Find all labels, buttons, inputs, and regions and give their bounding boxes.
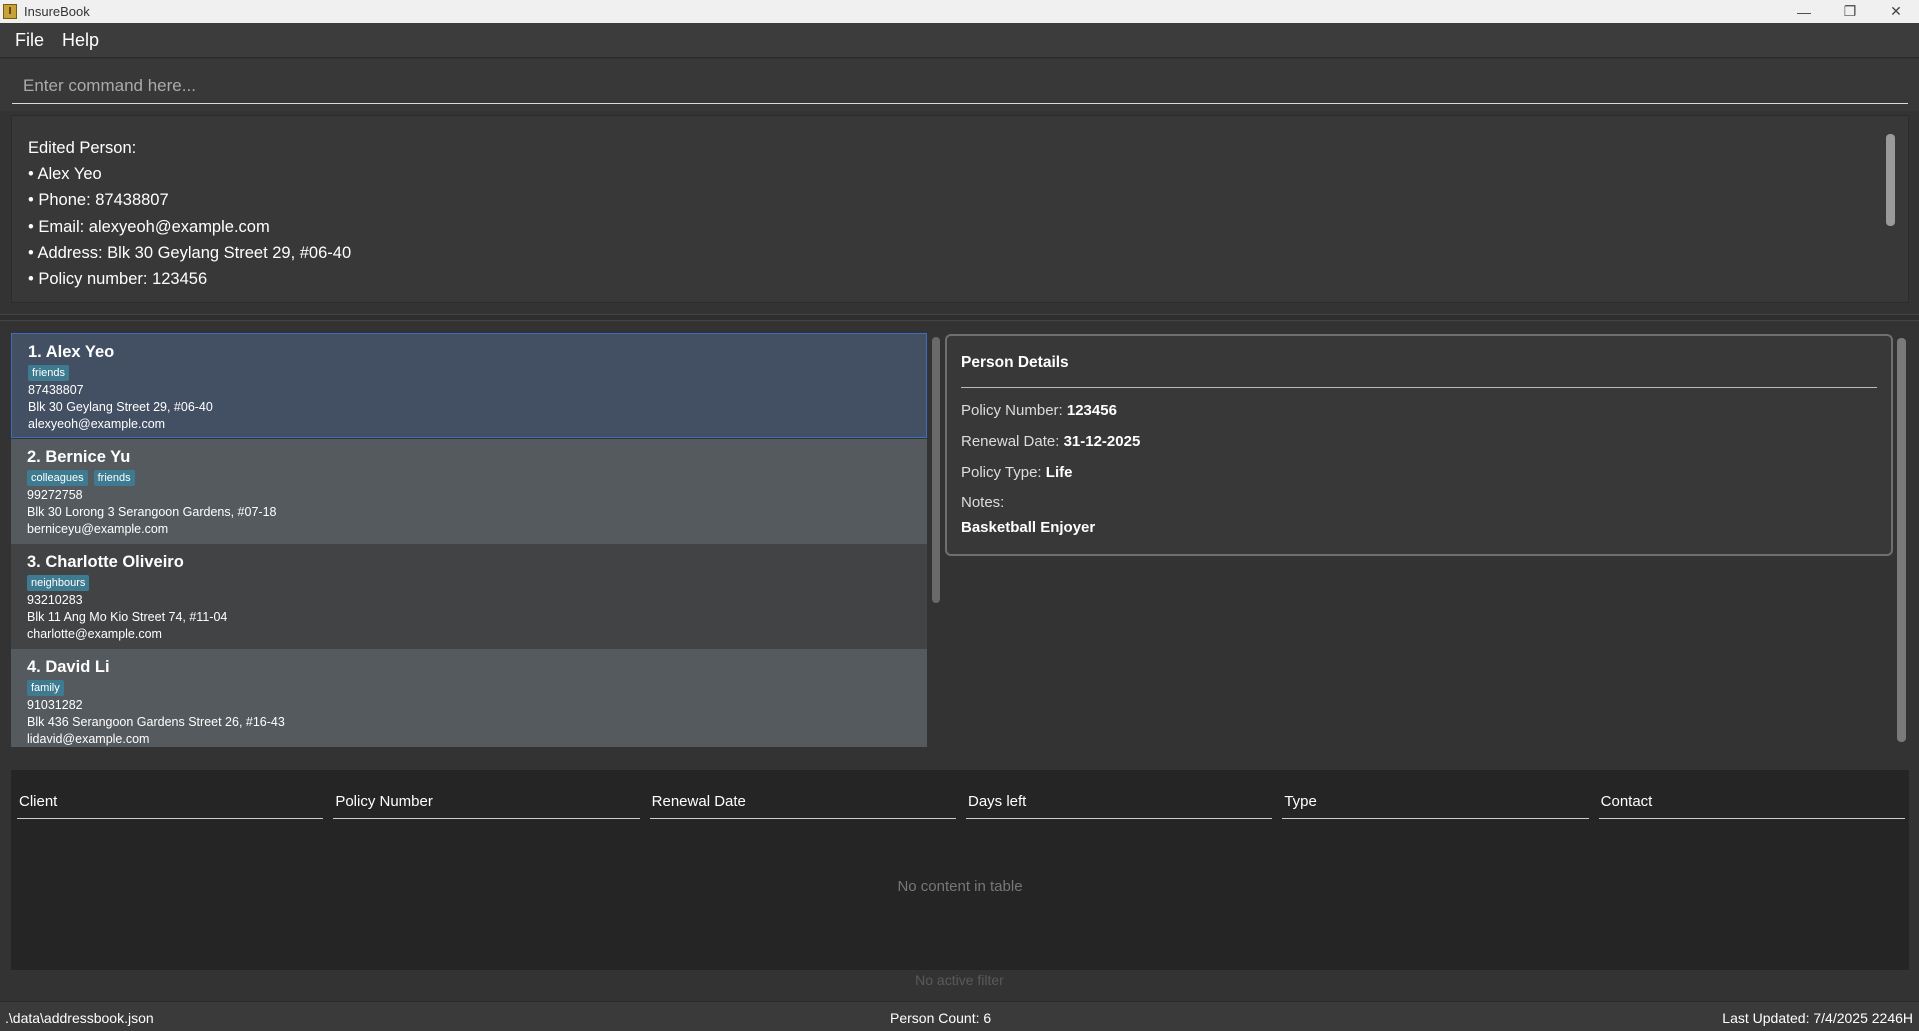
person-email: lidavid@example.com [27,732,150,746]
result-line: • Phone: 87438807 [28,191,169,210]
tag-list: family [27,680,911,696]
person-address: Blk 30 Geylang Street 29, #06-40 [28,400,213,414]
window-title: InsureBook [24,4,90,19]
person-card[interactable]: 2. Bernice Yu colleagues friends 9927275… [11,439,927,544]
person-name: 1. Alex Yeo [28,343,115,361]
last-updated: Last Updated: 7/4/2025 2246H [1722,1010,1913,1026]
renewal-date-value: 31-12-2025 [1063,433,1141,450]
tag-list: neighbours [27,575,911,591]
result-line: • Alex Yeo [28,165,102,184]
tag-list: colleagues friends [27,470,911,486]
tag-list: friends [28,365,910,381]
policy-number-label: Policy Number: [961,402,1063,419]
renewal-date-label: Renewal Date: [961,433,1060,450]
person-address: Blk 436 Serangoon Gardens Street 26, #16… [27,715,285,729]
person-list: 1. Alex Yeo friends 87438807 Blk 30 Geyl… [11,333,927,747]
person-name: 4. David Li [27,658,110,676]
policy-type-label: Policy Type: [961,464,1042,481]
person-card[interactable]: 1. Alex Yeo friends 87438807 Blk 30 Geyl… [11,333,927,438]
tag: family [27,680,64,696]
table-header: Client Policy Number Renewal Date Days l… [11,779,1909,819]
person-name: 2. Bernice Yu [27,448,131,466]
policy-table: Client Policy Number Renewal Date Days l… [11,770,1909,970]
table-empty-placeholder: No content in table [897,878,1023,895]
column-header-policy-number[interactable]: Policy Number [333,779,640,819]
menu-file[interactable]: File [6,30,53,51]
person-phone: 93210283 [27,593,83,607]
column-header-client[interactable]: Client [17,779,324,819]
person-card[interactable]: 4. David Li family 91031282 Blk 436 Sera… [11,649,927,747]
tag: neighbours [27,575,90,591]
details-scrollbar[interactable] [1897,338,1906,742]
person-details-panel: Person Details Policy Number: 123456 Ren… [945,334,1893,556]
split-pane-divider[interactable] [0,314,1919,321]
result-line: • Email: alexyeoh@example.com [28,217,270,236]
command-box [0,59,1919,111]
person-phone: 87438807 [28,383,84,397]
result-display: Edited Person: • Alex Yeo • Phone: 87438… [11,115,1909,303]
notes-value: Basketball Enjoyer [961,519,1096,536]
result-scrollbar[interactable] [1886,134,1895,226]
restore-icon[interactable]: ❐ [1827,0,1873,23]
window-controls: — ❐ ✕ [1781,0,1919,23]
tag: friends [93,470,135,486]
menu-help[interactable]: Help [53,30,108,51]
result-line: Edited Person: [28,139,137,157]
person-address: Blk 30 Lorong 3 Serangoon Gardens, #07-1… [27,505,277,519]
result-text: Edited Person: • Alex Yeo • Phone: 87438… [28,135,351,292]
menu-bar: File Help [0,23,1919,58]
policy-number-row: Policy Number: 123456 [961,402,1877,419]
status-bar: .\data\addressbook.json Person Count: 6 … [0,1001,1919,1031]
minimize-icon[interactable]: — [1781,0,1827,23]
person-email: alexyeoh@example.com [28,417,166,431]
policy-number-value: 123456 [1066,402,1117,419]
column-header-days-left[interactable]: Days left [965,779,1273,819]
column-header-type[interactable]: Type [1282,779,1589,819]
file-path: .\data\addressbook.json [5,1010,154,1026]
person-name: 3. Charlotte Oliveiro [27,553,184,571]
person-phone: 99272758 [27,488,83,502]
person-list-scrollbar[interactable] [932,337,940,603]
command-input[interactable] [12,68,1908,104]
title-bar: I InsureBook — ❐ ✕ [0,0,1919,23]
notes-label: Notes: [961,494,1005,511]
person-count: Person Count: 6 [890,1010,992,1026]
result-line: • Policy number: 123456 [28,270,208,289]
person-phone: 91031282 [27,698,83,712]
close-icon[interactable]: ✕ [1873,0,1919,23]
person-email: berniceyu@example.com [27,522,169,536]
renewal-date-row: Renewal Date: 31-12-2025 [961,433,1877,450]
person-address: Blk 11 Ang Mo Kio Street 74, #11-04 [27,610,228,624]
person-card[interactable]: 3. Charlotte Oliveiro neighbours 9321028… [11,544,927,649]
column-header-contact[interactable]: Contact [1598,779,1905,819]
tag: friends [28,365,70,381]
person-email: charlotte@example.com [27,627,162,641]
details-title: Person Details [961,354,1877,388]
app-logo-icon: I [3,4,17,19]
filter-status: No active filter [915,972,1004,988]
column-header-renewal-date[interactable]: Renewal Date [649,779,956,819]
policy-type-value: Life [1045,464,1073,481]
result-line: • Address: Blk 30 Geylang Street 29, #06… [28,243,352,262]
tag: colleagues [27,470,88,486]
policy-type-row: Policy Type: Life [961,464,1877,481]
